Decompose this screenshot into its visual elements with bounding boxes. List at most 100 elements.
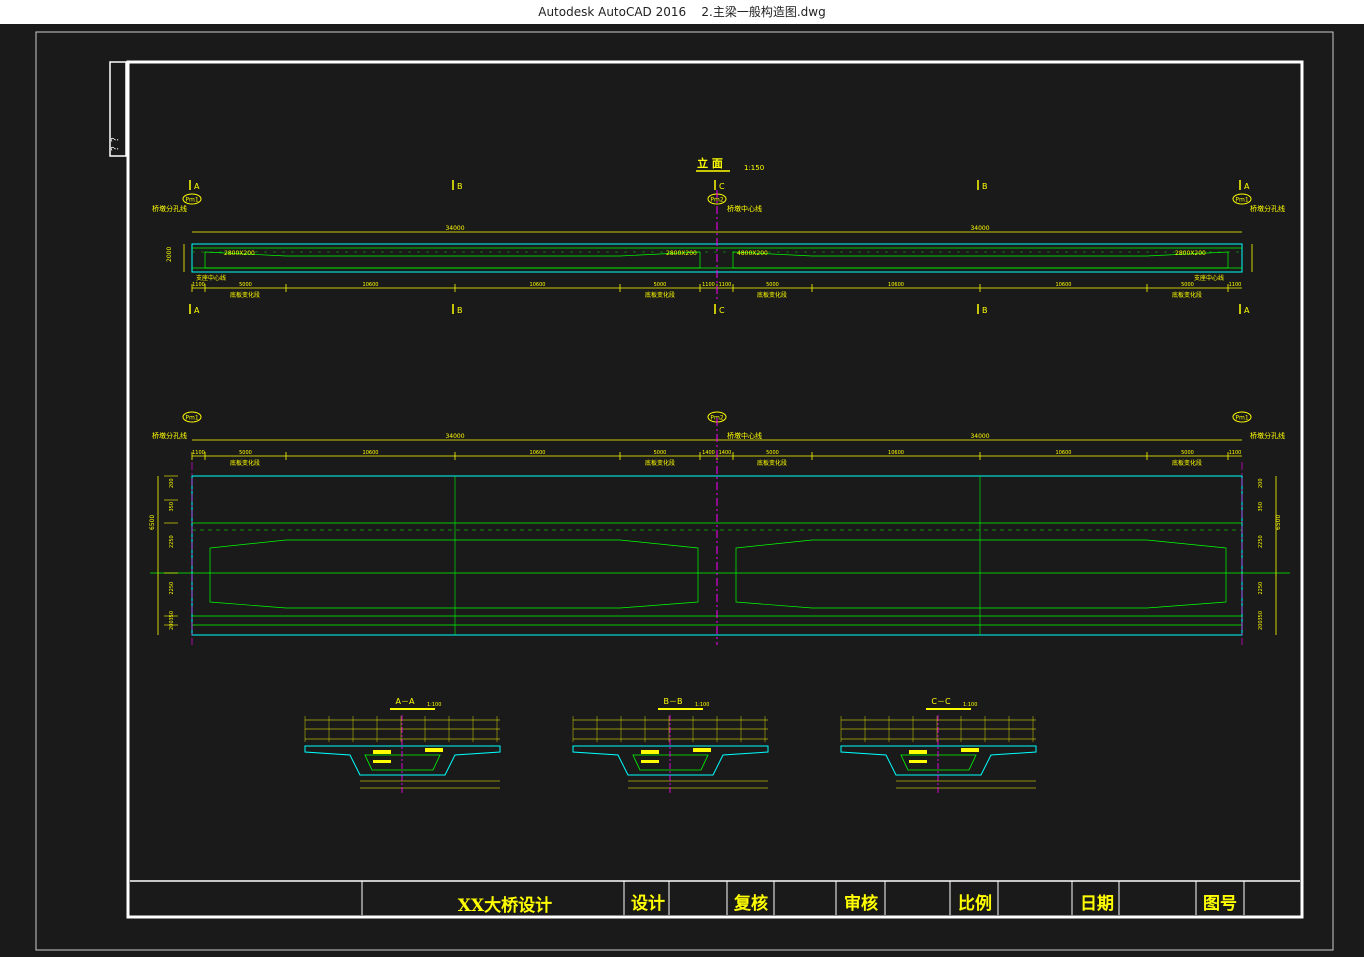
section-title: B－B	[664, 697, 683, 706]
cross-section[interactable]: A－A 1:100	[304, 697, 501, 795]
pier-label: Pm1	[185, 415, 198, 422]
elevation-section-markers-bottom: ABCBA	[189, 304, 1250, 315]
section-title: C－C	[931, 697, 951, 706]
title-block-review: 复核	[733, 893, 768, 914]
elev-height-dim: 2000	[166, 247, 173, 262]
cross-sections[interactable]: A－A 1:100 B－B 1:100 C－C 1:100	[304, 697, 1037, 795]
segment-dim: 5000	[766, 450, 779, 456]
section-scale: 1:100	[427, 702, 441, 708]
plan-total-width-right: 6500	[1275, 515, 1282, 530]
elev-opening-4: 2800X200	[1175, 250, 1206, 257]
elev-opening-2: 2800X200	[666, 250, 697, 257]
segment-note: 底板变化段	[230, 459, 260, 467]
elev-opening-3: 4800X200	[737, 250, 768, 257]
segment-dim: 1100	[192, 282, 205, 288]
elevation-title: 立 面	[697, 156, 723, 170]
paper-border	[35, 31, 1334, 951]
segment-dim: 1400	[702, 450, 715, 456]
section-marker-top: A	[1244, 182, 1250, 191]
plan-width-dim-right: 2250	[1258, 535, 1264, 548]
segment-note: 底板变化段	[645, 459, 675, 467]
section-scale: 1:100	[695, 702, 709, 708]
elev-opening-1: 2800X200	[224, 250, 255, 257]
segment-dim: 10600	[363, 450, 379, 456]
pier-label: Pm1	[185, 197, 198, 204]
title-block-date: 日期	[1080, 894, 1114, 914]
title-block-drawing-no: 图号	[1203, 894, 1237, 914]
cross-section[interactable]: C－C 1:100	[840, 697, 1037, 795]
segment-note: 底板变化段	[645, 291, 675, 299]
plan-width-dim: 200	[169, 478, 175, 488]
drawing-frame	[126, 60, 1304, 919]
plan-note-right: 桥墩分孔线	[1250, 431, 1285, 440]
segment-dim: 5000	[654, 282, 667, 288]
section-marker-bottom: B	[982, 306, 988, 315]
elevation-scale: 1:150	[744, 164, 764, 172]
segment-dim: 5000	[1181, 282, 1194, 288]
segment-dim: 5000	[239, 282, 252, 288]
plan-span-dim-1: 34000	[445, 433, 464, 440]
title-block-project: XX大桥设计	[458, 895, 552, 916]
title-block-scale: 比例	[958, 893, 992, 914]
section-marker-bottom: A	[194, 306, 200, 315]
segment-dim: 1400	[719, 450, 732, 456]
segment-dim: 10600	[1056, 282, 1072, 288]
segment-dim: 10600	[888, 282, 904, 288]
segment-dim: 10600	[530, 282, 546, 288]
plan-total-width: 6500	[149, 515, 156, 530]
plan-width-dim-right: 350	[1258, 502, 1264, 512]
plan-note-left: 桥墩分孔线	[152, 431, 187, 440]
segment-note: 底板变化段	[757, 459, 787, 467]
section-marker-top: A	[194, 182, 200, 191]
segment-dim: 10600	[1056, 450, 1072, 456]
segment-note: 底板变化段	[230, 291, 260, 299]
section-scale: 1:100	[963, 702, 977, 708]
elev-note-right: 桥墩分孔线	[1250, 204, 1285, 213]
elev-span-dim-2: 34000	[970, 225, 989, 232]
elev-support-note-left: 支座中心线	[196, 274, 226, 282]
title-block: XX大桥设计 设计 复核 审核 比例 日期 图号	[130, 880, 1300, 916]
plan-width-dim: 350	[169, 611, 175, 621]
segment-note: 底板变化段	[1172, 291, 1202, 299]
plan-width-dim: 350	[169, 502, 175, 512]
section-title: A－A	[396, 697, 415, 706]
binding-strip-text: ？？	[111, 133, 121, 151]
elevation-section-markers-top: ABCBA	[189, 180, 1250, 191]
plan-width-dim-right: 200	[1258, 478, 1264, 488]
elevation-view[interactable]: 立 面 1:150 ABCBA ABCBA Pm1 Pm2 Pm1 桥墩分孔线 桥墩…	[152, 156, 1285, 315]
segment-dim: 5000	[766, 282, 779, 288]
plan-note-center: 桥墩中心线	[727, 431, 762, 440]
plan-width-dim-right: 350	[1258, 611, 1264, 621]
segment-dim: 1100	[1229, 450, 1242, 456]
plan-view[interactable]: Pm1Pm2Pm1 桥墩分孔线 桥墩中心线 桥墩分孔线 34000 34000 …	[149, 411, 1290, 645]
elev-note-left: 桥墩分孔线	[152, 204, 187, 213]
app-name: Autodesk AutoCAD 2016	[538, 5, 687, 19]
title-bar: Autodesk AutoCAD 2016 2.主梁一般构造图.dwg	[0, 0, 1364, 24]
section-marker-top: C	[719, 182, 725, 191]
segment-dim: 5000	[1181, 450, 1194, 456]
section-marker-top: B	[457, 182, 463, 191]
plan-width-dim-right: 2250	[1258, 582, 1264, 595]
segment-dim: 5000	[654, 450, 667, 456]
elev-span-dim-1: 34000	[445, 225, 464, 232]
drawing-canvas[interactable]: ？？ 立 面 1:150 A B C B A A B C B A Pm1 Pm2 Pm1 桥墩分孔线…	[0, 24, 1364, 953]
plan-span-dim-2: 34000	[970, 433, 989, 440]
drawing-svg[interactable]: ？？ 立 面 1:150 A B C B A A B C B A Pm1 Pm2 Pm1 桥墩分孔线…	[0, 24, 1364, 953]
segment-dim: 1100	[719, 282, 732, 288]
plan-width-dim: 2250	[169, 535, 175, 548]
segment-dim: 1100	[702, 282, 715, 288]
plan-width-dim: 200	[169, 620, 175, 630]
cross-section[interactable]: B－B 1:100	[572, 697, 769, 795]
plan-width-dim-right: 200	[1258, 620, 1264, 630]
section-marker-bottom: C	[719, 306, 725, 315]
plan-width-dims: 200 200350 3502250 22502250 2250350 350200 200	[164, 475, 1264, 630]
segment-dim: 10600	[363, 282, 379, 288]
pier-label: Pm1	[1235, 415, 1248, 422]
file-name: 2.主梁一般构造图.dwg	[701, 5, 826, 19]
segment-note: 底板变化段	[757, 291, 787, 299]
title-block-design: 设计	[631, 893, 665, 914]
elev-note-center: 桥墩中心线	[727, 204, 762, 213]
segment-dim: 1100	[192, 450, 205, 456]
pier-label: Pm1	[1235, 197, 1248, 204]
segment-note: 底板变化段	[1172, 459, 1202, 467]
